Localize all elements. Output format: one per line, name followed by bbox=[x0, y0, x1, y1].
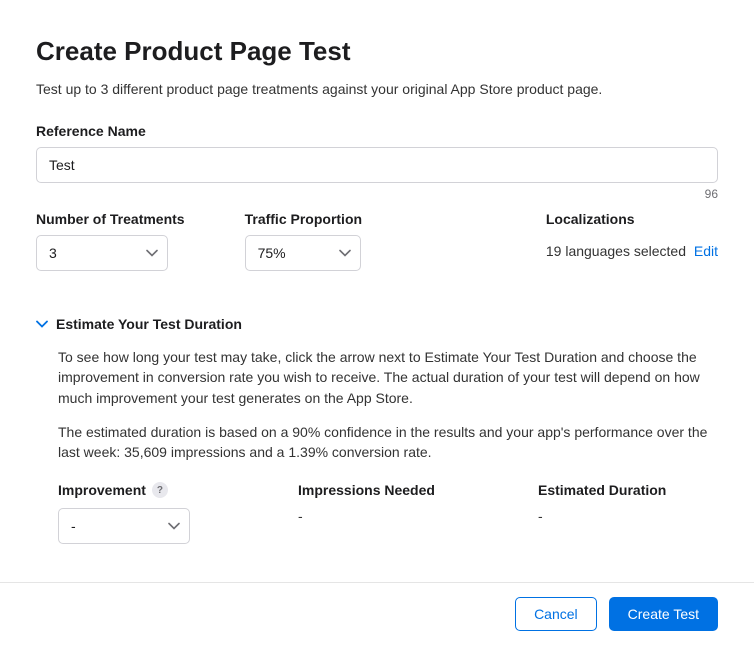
traffic-label: Traffic Proportion bbox=[245, 211, 362, 227]
chevron-down-icon bbox=[36, 315, 48, 333]
estimate-description-2: The estimated duration is based on a 90%… bbox=[58, 422, 718, 463]
create-test-button[interactable]: Create Test bbox=[609, 597, 718, 631]
estimated-duration-label: Estimated Duration bbox=[538, 482, 718, 498]
estimate-toggle[interactable]: Estimate Your Test Duration bbox=[36, 315, 718, 333]
treatments-label: Number of Treatments bbox=[36, 211, 185, 227]
estimated-duration-value: - bbox=[538, 508, 718, 524]
estimate-description-1: To see how long your test may take, clic… bbox=[58, 347, 718, 408]
treatments-select[interactable]: 3 bbox=[36, 235, 168, 271]
edit-localizations-link[interactable]: Edit bbox=[694, 243, 718, 259]
localizations-label: Localizations bbox=[546, 211, 718, 227]
page-title: Create Product Page Test bbox=[36, 36, 718, 67]
improvement-label: Improvement bbox=[58, 482, 146, 498]
help-icon[interactable]: ? bbox=[152, 482, 168, 498]
char-remaining: 96 bbox=[36, 187, 718, 201]
traffic-select[interactable]: 75% bbox=[245, 235, 361, 271]
impressions-needed-label: Impressions Needed bbox=[298, 482, 478, 498]
reference-name-label: Reference Name bbox=[36, 123, 718, 139]
cancel-button[interactable]: Cancel bbox=[515, 597, 597, 631]
page-subtitle: Test up to 3 different product page trea… bbox=[36, 81, 718, 97]
improvement-select[interactable]: - bbox=[58, 508, 190, 544]
estimate-title: Estimate Your Test Duration bbox=[56, 316, 242, 332]
modal-footer: Cancel Create Test bbox=[0, 582, 754, 645]
reference-name-input[interactable] bbox=[36, 147, 718, 183]
localizations-text: 19 languages selected bbox=[546, 243, 686, 259]
impressions-needed-value: - bbox=[298, 508, 478, 524]
